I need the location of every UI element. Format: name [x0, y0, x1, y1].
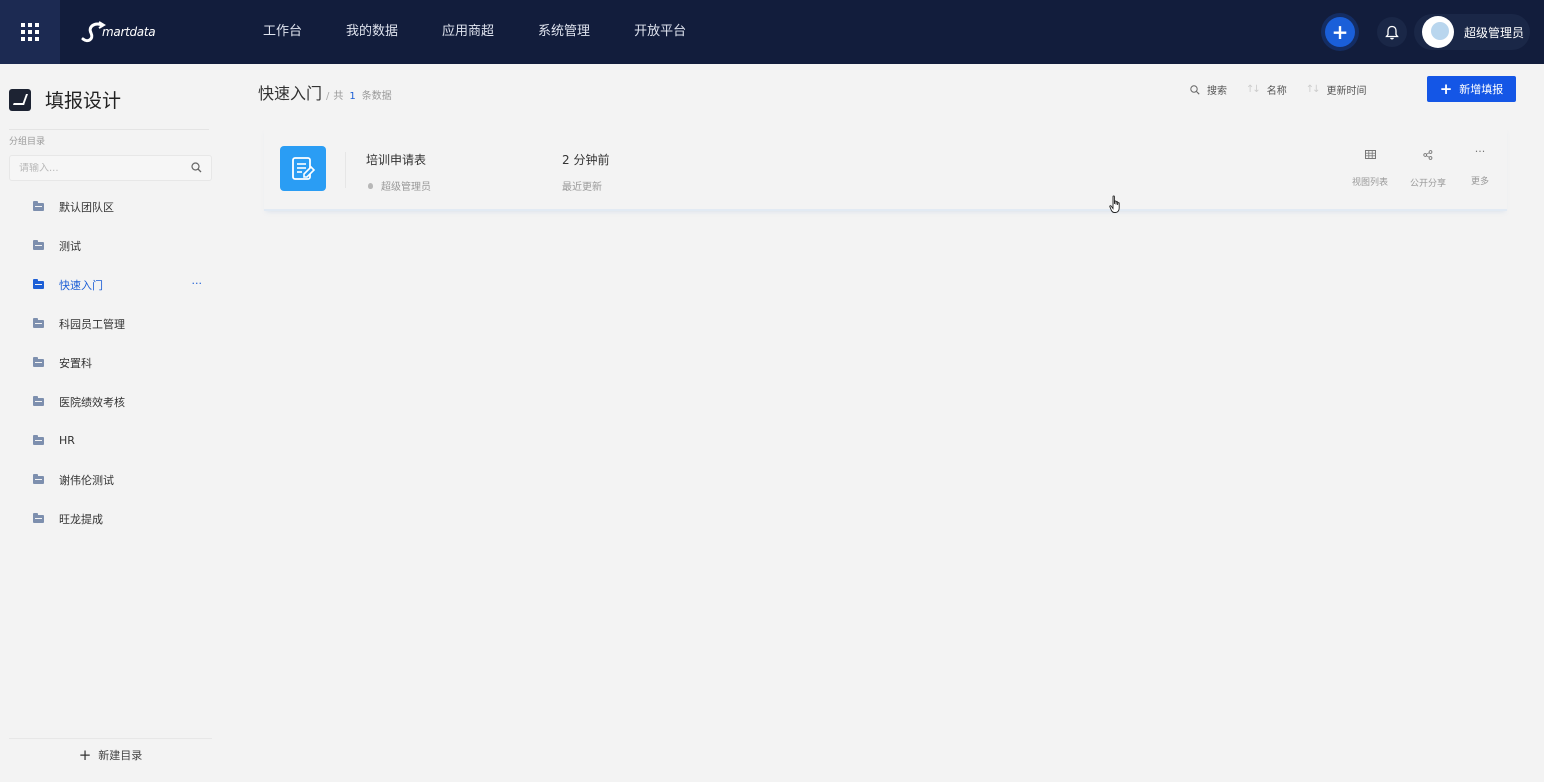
new-directory-label: 新建目录: [98, 748, 143, 762]
directory-item-label: 科园员工管理: [59, 317, 125, 331]
main-nav: 工作台 我的数据 应用商超 系统管理 开放平台: [263, 0, 730, 64]
directory-item-quick-start[interactable]: 快速入门 ···: [0, 265, 222, 304]
quick-add-button[interactable]: +: [1325, 17, 1355, 47]
table-icon: [1364, 150, 1376, 159]
directory-item-default-team[interactable]: 默认团队区: [0, 187, 222, 226]
sort-icon: ↑↓: [1305, 84, 1321, 95]
breadcrumb: 快速入门 / 共 1 条数据: [258, 80, 392, 104]
user-menu[interactable]: 超级管理员: [1414, 14, 1530, 50]
share-label: 公开分享: [1409, 179, 1446, 189]
search-label: 搜索: [1207, 86, 1227, 97]
directory-item-staff-management[interactable]: 科园员工管理: [0, 304, 222, 343]
count-prefix: 共: [333, 91, 344, 102]
directory-item-hospital-kpi[interactable]: 医院绩效考核: [0, 382, 222, 421]
directory-item-label: 安置科: [59, 356, 92, 370]
nav-item-app-store[interactable]: 应用商超: [442, 0, 494, 64]
folder-icon: [33, 395, 44, 406]
new-form-button[interactable]: + 新增填报: [1427, 76, 1516, 102]
folder-icon: [33, 200, 44, 211]
notifications-button[interactable]: [1377, 17, 1407, 47]
divider: [9, 129, 209, 130]
new-form-label: 新增填报: [1459, 83, 1504, 96]
grid-icon: [21, 23, 39, 41]
record-count: 1: [349, 91, 356, 102]
sort-name-label: 名称: [1266, 86, 1287, 97]
plus-icon: +: [1439, 80, 1453, 98]
directory-item-label: 谢伟伦测试: [59, 473, 114, 487]
top-right-actions: + 超级管理员: [1325, 0, 1530, 64]
breadcrumb-separator: /: [326, 91, 330, 102]
folder-icon: [33, 317, 44, 328]
folder-icon: [33, 434, 44, 445]
more-icon: ···: [1474, 145, 1486, 158]
sort-time-label: 更新时间: [1326, 86, 1367, 97]
updated-time-label: 最近更新: [562, 182, 602, 193]
edit-form-icon: [9, 88, 31, 111]
more-label: 更多: [1470, 177, 1489, 187]
sort-by-time-button[interactable]: ↑↓ 更新时间: [1306, 82, 1367, 97]
directory-item-xie-test[interactable]: 谢伟伦测试: [0, 460, 222, 499]
form-name[interactable]: 培训申请表: [366, 151, 426, 168]
directory-item-label: HR: [59, 434, 75, 447]
section-label: 分组目录: [9, 137, 46, 147]
more-actions-button[interactable]: ··· 更多: [1455, 146, 1505, 187]
user-icon: [368, 182, 373, 189]
folder-icon: [33, 356, 44, 367]
nav-item-my-data[interactable]: 我的数据: [346, 0, 398, 64]
form-owner: 超级管理员: [366, 178, 431, 193]
search-button[interactable]: 搜索: [1190, 82, 1227, 97]
folder-icon: [33, 239, 44, 250]
plus-icon: +: [78, 745, 92, 764]
directory-list: 默认团队区 测试 快速入门 ··· 科园员工管理 安置科 医院绩效考核 HR 谢…: [0, 187, 222, 538]
directory-item-resettlement[interactable]: 安置科: [0, 343, 222, 382]
form-edit-icon: [280, 146, 326, 191]
count-suffix: 条数据: [361, 91, 392, 102]
hand-cursor-icon: [1109, 195, 1120, 213]
directory-item-label: 医院绩效考核: [59, 395, 125, 409]
sidebar: 填报设计 分组目录 默认团队区 测试 快速入门 ··· 科园员工管理 安置科: [0, 64, 222, 782]
top-navigation-bar: martdata 工作台 我的数据 应用商超 系统管理 开放平台 + 超级管理员: [0, 0, 1544, 64]
search-icon[interactable]: [191, 162, 202, 173]
nav-item-open-platform[interactable]: 开放平台: [634, 0, 686, 64]
smartdata-logo[interactable]: martdata: [80, 17, 160, 47]
directory-item-label: 旺龙提成: [59, 512, 103, 526]
updated-time: 2 分钟前: [562, 153, 610, 167]
folder-icon: [33, 473, 44, 484]
divider: [345, 152, 346, 188]
view-list-button[interactable]: 视图列表: [1345, 150, 1395, 188]
directory-search: [9, 155, 212, 181]
nav-item-system-management[interactable]: 系统管理: [538, 0, 590, 64]
directory-search-input[interactable]: [19, 162, 184, 174]
avatar: [1422, 16, 1454, 48]
view-list-label: 视图列表: [1351, 178, 1388, 188]
owner-name: 超级管理员: [381, 182, 431, 193]
logo-text: martdata: [102, 25, 156, 39]
page-title: 快速入门: [258, 84, 323, 103]
directory-item-label: 默认团队区: [59, 200, 114, 214]
bell-icon: [1385, 25, 1399, 39]
public-share-button[interactable]: 公开分享: [1403, 150, 1453, 189]
directory-item-label: 测试: [59, 239, 81, 253]
search-icon: [1190, 84, 1200, 95]
sidebar-title-text: 填报设计: [45, 90, 122, 112]
form-card[interactable]: 培训申请表 超级管理员 2 分钟前 最近更新 视图列表 公开分享 ··· 更多: [264, 128, 1507, 211]
directory-item-label: 快速入门: [59, 278, 103, 292]
directory-item-wanglong[interactable]: 旺龙提成: [0, 499, 222, 538]
app-launcher-button[interactable]: [0, 0, 60, 64]
sort-icon: ↑↓: [1246, 84, 1261, 95]
directory-item-test[interactable]: 测试: [0, 226, 222, 265]
new-directory-button[interactable]: + 新建目录: [9, 738, 212, 770]
sort-by-name-button[interactable]: ↑↓ 名称: [1246, 82, 1287, 97]
list-toolbar: 搜索 ↑↓ 名称 ↑↓ 更新时间: [1190, 80, 1386, 99]
folder-icon: [33, 512, 44, 523]
user-name: 超级管理员: [1464, 25, 1525, 40]
nav-item-workbench[interactable]: 工作台: [263, 0, 302, 64]
directory-more-button[interactable]: ···: [192, 277, 203, 290]
sidebar-title: 填报设计: [9, 86, 121, 113]
folder-icon: [33, 278, 44, 289]
share-icon: [1423, 150, 1433, 160]
directory-item-hr[interactable]: HR: [0, 421, 222, 460]
